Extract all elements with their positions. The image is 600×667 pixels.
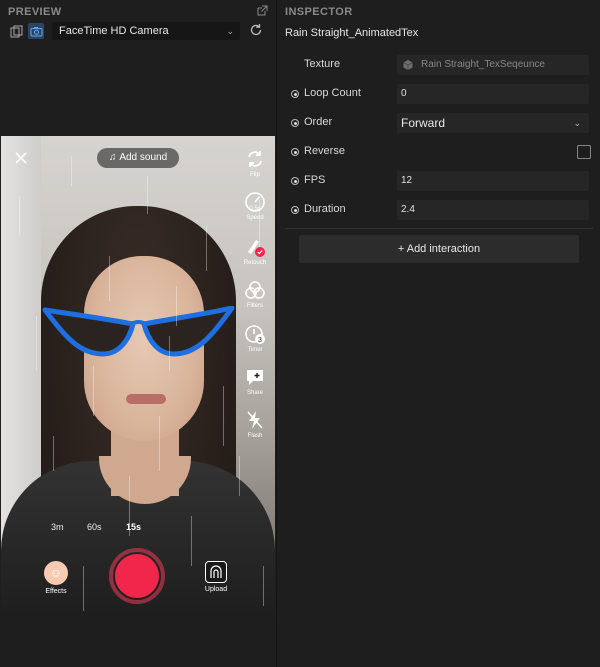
speed-icon: 0.5x (244, 191, 266, 213)
keyframe-toggle-icon[interactable] (291, 90, 299, 98)
property-duration: Duration 2.4 (277, 200, 600, 220)
rain-streak (36, 316, 37, 371)
upload-icon (205, 561, 227, 583)
rain-streak (53, 436, 54, 471)
rain-streak (169, 336, 170, 371)
property-texture: Texture Rain Straight_TexSeqeunce (277, 55, 600, 75)
fps-label: FPS (304, 174, 326, 186)
simulator-device-icon[interactable] (8, 23, 24, 39)
close-icon[interactable] (13, 150, 29, 166)
camera-source-select[interactable]: FaceTime HD Camera ⌄ (52, 22, 240, 40)
filters-icon (244, 279, 266, 301)
keyframe-toggle-icon[interactable] (291, 148, 299, 156)
property-order: Order Forward ⌄ (277, 113, 600, 133)
speed-badge: 0.5x (249, 206, 260, 212)
keyframe-toggle-icon[interactable] (291, 177, 299, 185)
rain-streak (147, 176, 148, 214)
refresh-icon[interactable] (249, 23, 263, 37)
timer-badge: 3 (258, 337, 262, 344)
record-button-inner (115, 554, 159, 598)
effects-label: Effects (45, 588, 67, 595)
reverse-label: Reverse (304, 145, 345, 157)
order-select[interactable]: Forward ⌄ (397, 113, 589, 133)
loop-count-input[interactable]: 0 (397, 84, 589, 104)
speed-label: Speed (246, 215, 264, 221)
rain-streak (263, 566, 264, 606)
rain-streak (239, 456, 240, 496)
rain-streak (93, 366, 94, 416)
order-label: Order (304, 116, 333, 128)
timer-label: Timer (247, 347, 263, 353)
texture-value: Rain Straight_TexSeqeunce (421, 59, 545, 70)
texture-label: Texture (304, 58, 341, 70)
loop-count-label: Loop Count (304, 87, 361, 99)
rain-streak (109, 256, 110, 301)
inspector-panel: INSPECTOR Rain Straight_AnimatedTex Text… (276, 0, 600, 667)
add-interaction-button[interactable]: + Add interaction (299, 235, 579, 263)
add-sound-label: Add sound (119, 152, 168, 163)
flash-off-icon (244, 409, 266, 431)
duration-input[interactable]: 2.4 (397, 200, 589, 220)
preview-toolbar: FaceTime HD Camera ⌄ (0, 21, 276, 41)
duration-tab-15s[interactable]: 15s (126, 522, 141, 532)
retouch-label: Retouch (243, 260, 267, 266)
flip-icon (244, 148, 266, 170)
share-label: Share (246, 390, 263, 396)
preview-panel-title: PREVIEW (8, 6, 62, 18)
flip-button[interactable]: Flip (242, 148, 268, 178)
camera-icon[interactable] (28, 23, 44, 39)
timer-button[interactable]: 3 Timer (242, 323, 268, 353)
camera-source-value: FaceTime HD Camera (59, 25, 169, 37)
order-value: Forward (401, 116, 446, 130)
share-icon (244, 366, 266, 388)
duration-label: Duration (304, 203, 346, 215)
rain-streak (159, 416, 160, 471)
chevron-down-icon: ⌄ (226, 26, 234, 36)
sunglasses-effect (42, 306, 235, 357)
camera-preview: ♫ Add sound Flip 0.5x Speed Retouch Filte… (1, 136, 275, 622)
keyframe-toggle-icon[interactable] (291, 119, 299, 127)
flash-button[interactable]: Flash (242, 409, 268, 439)
upload-button[interactable]: Upload (201, 561, 231, 593)
rain-streak (71, 156, 72, 186)
add-sound-button[interactable]: ♫ Add sound (97, 148, 179, 168)
speed-button[interactable]: 0.5x Speed (242, 191, 268, 221)
share-button[interactable]: Share (242, 366, 268, 396)
rain-streak (206, 226, 207, 271)
cube-icon (403, 60, 413, 70)
duration-tab-60s[interactable]: 60s (87, 522, 102, 532)
open-external-icon[interactable] (256, 5, 268, 17)
divider (285, 228, 593, 229)
retouch-icon (244, 236, 266, 258)
timer-icon: 3 (244, 323, 266, 345)
filters-button[interactable]: Filters (242, 279, 268, 309)
chevron-down-icon: ⌄ (573, 118, 581, 128)
rain-streak (191, 516, 192, 566)
reverse-checkbox[interactable] (577, 145, 591, 159)
fps-input[interactable]: 12 (397, 171, 589, 191)
rain-streak (83, 566, 84, 611)
texture-field[interactable]: Rain Straight_TexSeqeunce (397, 55, 589, 75)
preview-person-lips (126, 394, 166, 404)
property-reverse: Reverse (277, 142, 600, 162)
property-fps: FPS 12 (277, 171, 600, 191)
rain-streak (176, 286, 177, 326)
flash-label: Flash (247, 433, 263, 439)
duration-tab-3m[interactable]: 3m (51, 522, 64, 532)
rain-streak (223, 386, 224, 446)
flip-label: Flip (250, 172, 260, 178)
smiley-icon: ☺ (44, 561, 68, 585)
preview-panel: PREVIEW FaceTime HD Camera ⌄ ♫ Add sound… (0, 0, 276, 667)
filters-label: Filters (246, 303, 264, 309)
property-loop-count: Loop Count 0 (277, 84, 600, 104)
inspector-panel-title: INSPECTOR (285, 6, 353, 18)
keyframe-toggle-icon[interactable] (291, 206, 299, 214)
effects-button[interactable]: ☺ Effects (41, 561, 71, 595)
asset-name: Rain Straight_AnimatedTex (285, 27, 419, 39)
music-note-icon: ♫ (108, 152, 117, 163)
record-button[interactable] (109, 548, 165, 604)
rain-streak (19, 196, 20, 236)
retouch-button[interactable]: Retouch (242, 236, 268, 266)
upload-label: Upload (204, 586, 228, 593)
